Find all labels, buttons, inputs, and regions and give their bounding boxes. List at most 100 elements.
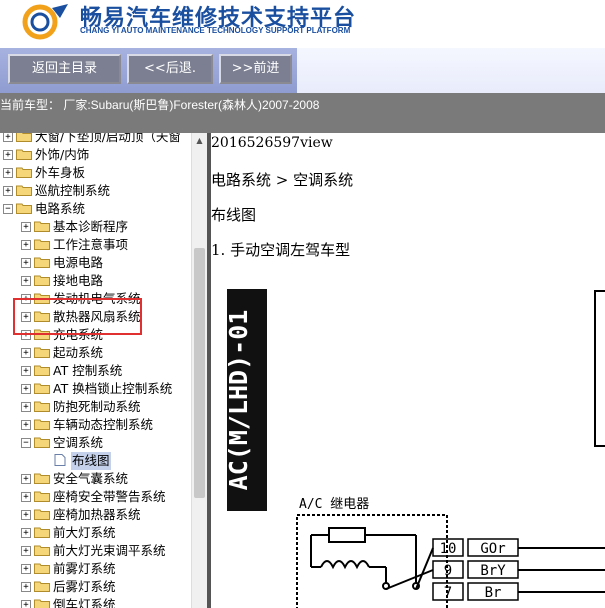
tree-item[interactable]: + 前大灯光束调平系统 xyxy=(0,542,191,560)
tree-item[interactable]: + 大窗/下垫顶/启动顶（天窗 xyxy=(0,133,191,146)
folder-icon xyxy=(34,473,50,484)
expand-toggle-icon[interactable]: + xyxy=(21,384,31,394)
pin-row-3: 7 Br xyxy=(432,582,605,601)
tree-item-label: 车辆动态控制系统 xyxy=(53,417,154,432)
expand-toggle-icon[interactable]: + xyxy=(3,150,13,160)
svg-text:GOr: GOr xyxy=(480,541,505,557)
folder-icon xyxy=(34,509,50,520)
tree-item[interactable]: + AT 控制系统 xyxy=(0,362,191,380)
doc-id: 2016526597view xyxy=(211,135,333,151)
expand-toggle-icon[interactable]: + xyxy=(21,582,31,592)
expand-toggle-icon[interactable]: + xyxy=(21,510,31,520)
folder-icon xyxy=(16,185,32,196)
folder-icon xyxy=(34,347,50,358)
expand-toggle-icon[interactable]: + xyxy=(21,348,31,358)
tree-item-label: 基本诊断程序 xyxy=(53,219,129,234)
tree-item[interactable]: + 防抱死制动系统 xyxy=(0,398,191,416)
tree-item[interactable]: + AT 换档锁止控制系统 xyxy=(0,380,191,398)
diagram-right-box xyxy=(594,290,605,447)
tree-item-label: 前大灯系统 xyxy=(53,525,116,540)
relay-box xyxy=(296,514,448,608)
tree-item[interactable]: + 接地电路 xyxy=(0,272,191,290)
folder-icon xyxy=(34,581,50,592)
tree-item-label: 座椅加热器系统 xyxy=(53,507,141,522)
expand-toggle-icon[interactable]: + xyxy=(21,240,31,250)
tree-item-label: 电源电路 xyxy=(53,255,104,270)
relay-coil xyxy=(320,560,370,570)
expand-toggle-icon[interactable]: + xyxy=(21,546,31,556)
tree-item[interactable]: + 座椅加热器系统 xyxy=(0,506,191,524)
expand-toggle-icon[interactable]: + xyxy=(21,366,31,376)
home-button[interactable]: 返回主目录 xyxy=(8,54,121,84)
tree-item[interactable]: + 车辆动态控制系统 xyxy=(0,416,191,434)
scroll-up-icon[interactable]: ▲ xyxy=(192,133,207,149)
expand-toggle-icon[interactable]: + xyxy=(21,276,31,286)
expand-toggle-icon[interactable]: + xyxy=(21,564,31,574)
tree-item-label: 空调系统 xyxy=(53,435,104,450)
tree-item-label: 座椅安全带警告系统 xyxy=(53,489,166,504)
tree-item[interactable]: + 前大灯系统 xyxy=(0,524,191,542)
folder-icon xyxy=(34,257,50,268)
expand-toggle-icon[interactable]: + xyxy=(21,600,31,608)
tree-item[interactable]: + 座椅安全带警告系统 xyxy=(0,488,191,506)
forward-button[interactable]: >>前进 xyxy=(219,54,292,84)
tree-item[interactable]: − 电路系统 xyxy=(0,200,191,218)
folder-icon xyxy=(34,563,50,574)
expand-toggle-icon[interactable]: + xyxy=(3,186,13,196)
tree-item-label: 工作注意事项 xyxy=(53,237,129,252)
pin-row-2: 9 BrY xyxy=(432,560,605,579)
tree-item[interactable]: + 起动系统 xyxy=(0,344,191,362)
tree-item-label: 起动系统 xyxy=(53,345,104,360)
tree-item-label: 后雾灯系统 xyxy=(53,579,116,594)
app-header: 畅易汽车维修技术支持平台 CHANG YI AUTO MAINTENANCE T… xyxy=(0,0,605,48)
folder-icon xyxy=(16,149,32,160)
folder-icon xyxy=(34,221,50,232)
scroll-thumb[interactable] xyxy=(194,248,205,498)
folder-icon xyxy=(34,599,50,608)
back-button[interactable]: <<后退. xyxy=(127,54,213,84)
expand-toggle-icon[interactable]: + xyxy=(21,492,31,502)
expand-toggle-icon[interactable]: + xyxy=(21,402,31,412)
content-breadcrumb: 电路系统 > 空调系统 xyxy=(211,171,354,189)
tree-scrollbar[interactable]: ▲ xyxy=(191,133,207,608)
folder-icon xyxy=(34,383,50,394)
tree-item-label: 巡航控制系统 xyxy=(35,183,111,198)
tree-item[interactable]: + 工作注意事项 xyxy=(0,236,191,254)
tree-item-label: 布线图 xyxy=(71,452,111,470)
expand-toggle-icon[interactable]: + xyxy=(21,222,31,232)
svg-text:10: 10 xyxy=(440,541,457,557)
tree-item[interactable]: + 后雾灯系统 xyxy=(0,578,191,596)
expand-toggle-icon[interactable]: + xyxy=(21,258,31,268)
folder-icon xyxy=(34,275,50,286)
tree-item-label: 外车身板 xyxy=(35,165,86,180)
tree-item[interactable]: + 前雾灯系统 xyxy=(0,560,191,578)
folder-icon xyxy=(16,133,32,142)
folder-icon xyxy=(34,401,50,412)
expand-toggle-icon[interactable]: − xyxy=(3,204,13,214)
tree-item[interactable]: + 外车身板 xyxy=(0,164,191,182)
expand-toggle-icon[interactable]: − xyxy=(21,438,31,448)
expand-toggle-icon[interactable]: + xyxy=(3,133,13,142)
expand-toggle-icon[interactable]: + xyxy=(3,168,13,178)
expand-toggle-icon[interactable]: + xyxy=(21,474,31,484)
category-tree[interactable]: + 大窗/下垫顶/启动顶（天窗 + 外饰/内饰 + 外车身板 + 巡航控制系统 − 电路系统 + 基本… xyxy=(0,133,191,608)
folder-icon xyxy=(34,545,50,556)
tree-item[interactable]: 布线图 xyxy=(0,452,191,470)
folder-icon xyxy=(34,527,50,538)
tree-item[interactable]: + 巡航控制系统 xyxy=(0,182,191,200)
tree-item-label: 接地电路 xyxy=(53,273,104,288)
tree-item[interactable]: + 倒车灯系统 xyxy=(0,596,191,608)
tree-item[interactable]: + 电源电路 xyxy=(0,254,191,272)
expand-toggle-icon[interactable]: + xyxy=(21,420,31,430)
tree-item-label: 外饰/内饰 xyxy=(35,147,90,162)
tree-item[interactable]: − 空调系统 xyxy=(0,434,191,452)
tree-item[interactable]: + 基本诊断程序 xyxy=(0,218,191,236)
diagram-heading: 1. 手动空调左驾车型 xyxy=(211,241,351,259)
expand-toggle-icon[interactable]: + xyxy=(21,528,31,538)
selection-highlight xyxy=(13,298,142,335)
folder-icon xyxy=(34,365,50,376)
app-subtitle: CHANG YI AUTO MAINTENANCE TECHNOLOGY SUP… xyxy=(80,26,351,35)
toolbar-spacer xyxy=(297,48,605,93)
tree-item[interactable]: + 外饰/内饰 xyxy=(0,146,191,164)
tree-item[interactable]: + 安全气囊系统 xyxy=(0,470,191,488)
